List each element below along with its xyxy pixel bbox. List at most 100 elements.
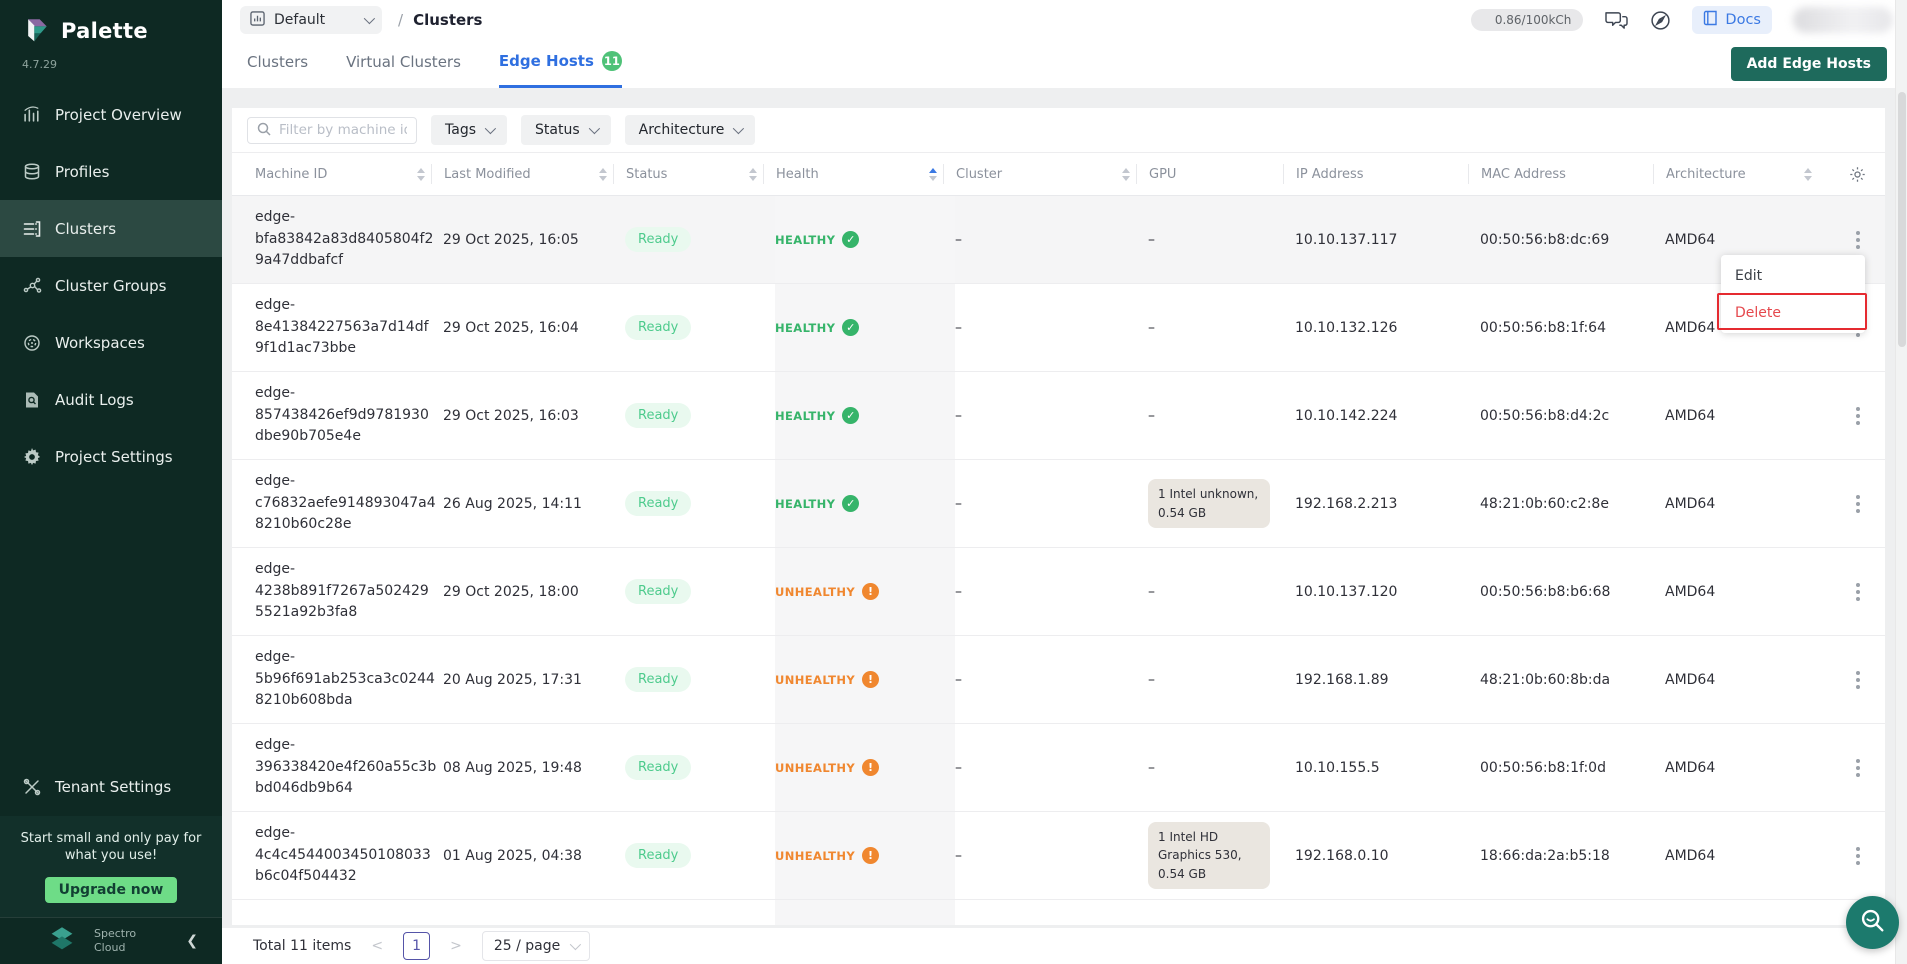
table-row[interactable]: edge-bfa83842a83d8405804f29a47ddbafcf29 …	[232, 196, 1885, 284]
row-actions-kebab-icon[interactable]	[1852, 579, 1864, 605]
sidebar-item-tenant-settings[interactable]: Tenant Settings	[0, 759, 222, 816]
ip-address-value: 10.10.137.120	[1295, 584, 1397, 600]
column-header-cluster[interactable]: Cluster	[943, 164, 1148, 184]
column-header-architecture[interactable]: Architecture	[1653, 164, 1830, 184]
last-modified-value: 29 Oct 2025, 18:00	[443, 584, 579, 600]
page-number-button[interactable]: 1	[403, 932, 430, 960]
table-row[interactable]: edge-396338420e4f260a55c3bbd046db9b6408 …	[232, 724, 1885, 812]
sidebar-item-clusters[interactable]: Clusters	[0, 200, 222, 257]
column-header-status[interactable]: Status	[613, 164, 775, 184]
tab-clusters[interactable]: Clusters	[247, 53, 308, 88]
cluster-value: –	[955, 760, 962, 776]
machine-id-link[interactable]: edge-857438426ef9d9781930dbe90b705e4e	[255, 383, 437, 448]
breadcrumb-separator: /	[398, 11, 403, 29]
table-row[interactable]: edge-857438426ef9d9781930dbe90b705e4e29 …	[232, 372, 1885, 460]
row-actions-kebab-icon[interactable]	[1852, 403, 1864, 429]
page-scrollbar[interactable]	[1895, 0, 1907, 964]
sidebar-item-project-overview[interactable]: Project Overview	[0, 86, 222, 143]
menu-item-edit[interactable]: Edit	[1721, 257, 1865, 294]
add-edge-hosts-button[interactable]: Add Edge Hosts	[1731, 47, 1887, 81]
architecture-value: AMD64	[1665, 848, 1715, 864]
machine-id-filter-input[interactable]	[279, 122, 407, 138]
scrollbar-thumb[interactable]	[1898, 92, 1906, 347]
sort-icon[interactable]	[1804, 168, 1812, 181]
ip-address-value: 192.168.1.89	[1295, 672, 1389, 688]
cluster-value: –	[955, 848, 962, 864]
upgrade-now-button[interactable]: Upgrade now	[45, 877, 178, 903]
chevron-down-icon	[588, 123, 599, 134]
architecture-value: AMD64	[1665, 584, 1715, 600]
tools-icon	[22, 778, 42, 796]
column-header-ip-address: IP Address	[1283, 164, 1480, 184]
sort-icon[interactable]	[417, 168, 425, 181]
table-row[interactable]: edge-c76832aefe914893047a48210b60c28e26 …	[232, 460, 1885, 548]
page-size-select[interactable]: 25 / page	[482, 931, 590, 961]
machine-id-link[interactable]: edge-4c4c4544003450108033b6c04f504432	[255, 823, 437, 888]
machine-id-link[interactable]: edge-4238b891f7267a5024295521a92b3fa8	[255, 559, 437, 624]
docs-button[interactable]: Docs	[1692, 6, 1772, 34]
row-actions-kebab-icon[interactable]	[1852, 227, 1864, 253]
next-page-chevron-icon[interactable]: >	[448, 938, 464, 954]
health-badge: HEALTHY✓	[775, 231, 859, 248]
chat-icon[interactable]	[1604, 10, 1629, 31]
help-widget-button[interactable]	[1846, 896, 1899, 949]
architecture-value: AMD64	[1665, 232, 1715, 248]
sort-icon[interactable]	[599, 168, 607, 181]
row-actions-kebab-icon[interactable]	[1852, 491, 1864, 517]
sidebar-item-audit-logs[interactable]: Audit Logs	[0, 371, 222, 428]
mac-address-value: 00:50:56:b8:dc:69	[1480, 232, 1609, 248]
audit-icon	[22, 391, 42, 409]
column-header-health[interactable]: Health	[763, 164, 955, 184]
machine-id-link[interactable]: edge-bfa83842a83d8405804f29a47ddbafcf	[255, 207, 437, 272]
row-context-menu: Edit Delete	[1721, 255, 1865, 333]
filter-tags-dropdown[interactable]: Tags	[431, 115, 507, 145]
column-settings-gear-icon[interactable]	[1830, 164, 1885, 184]
ip-address-value: 192.168.2.213	[1295, 496, 1397, 512]
table-row[interactable]: edge-4238b891f7267a5024295521a92b3fa8 29 …	[232, 548, 1885, 636]
project-selector[interactable]: Default	[240, 6, 382, 34]
column-header-machine-id[interactable]: Machine ID	[255, 164, 443, 184]
previous-page-chevron-icon[interactable]: <	[369, 938, 385, 954]
table-row[interactable]: edge-8e41384227563a7d14df9f1d1ac73bbe29 …	[232, 284, 1885, 372]
warning-circle-icon: !	[862, 671, 879, 688]
architecture-value: AMD64	[1665, 672, 1715, 688]
tab-edge-hosts[interactable]: Edge Hosts11	[499, 51, 622, 88]
book-icon	[1703, 10, 1718, 30]
sidebar-item-profiles[interactable]: Profiles	[0, 143, 222, 200]
compass-icon[interactable]	[1650, 10, 1671, 31]
table-body: edge-bfa83842a83d8405804f29a47ddbafcf 29 …	[232, 196, 1885, 900]
machine-id-link[interactable]: edge-8e41384227563a7d14df9f1d1ac73bbe	[255, 295, 437, 360]
column-header-last-modified[interactable]: Last Modified	[431, 164, 625, 184]
table-row[interactable]: edge-5b96f691ab253ca3c02448210b608bda20 …	[232, 636, 1885, 724]
cluster-value: –	[955, 496, 962, 512]
filter-architecture-dropdown[interactable]: Architecture	[625, 115, 756, 145]
mac-address-value: 18:66:da:2a:b5:18	[1480, 848, 1610, 864]
content-area: Tags Status Architecture Machine IDLast Mo…	[222, 88, 1907, 964]
layers-icon	[22, 163, 42, 180]
sort-icon[interactable]	[749, 168, 757, 181]
status-badge: Ready	[625, 227, 691, 252]
tab-virtual-clusters[interactable]: Virtual Clusters	[346, 53, 461, 88]
sidebar-item-cluster-groups[interactable]: Cluster Groups	[0, 257, 222, 314]
ip-address-value: 10.10.142.224	[1295, 408, 1397, 424]
sort-icon[interactable]	[1122, 168, 1130, 181]
filter-status-dropdown[interactable]: Status	[521, 115, 611, 145]
menu-item-delete[interactable]: Delete	[1721, 294, 1865, 331]
row-actions-kebab-icon[interactable]	[1852, 843, 1864, 869]
machine-id-link[interactable]: edge-396338420e4f260a55c3bbd046db9b64	[255, 735, 437, 800]
machine-id-link[interactable]: edge-5b96f691ab253ca3c02448210b608bda	[255, 647, 437, 712]
sidebar-item-workspaces[interactable]: Workspaces	[0, 314, 222, 371]
user-menu-blurred[interactable]	[1793, 7, 1893, 33]
row-actions-kebab-icon[interactable]	[1852, 667, 1864, 693]
bar-chart-icon	[250, 11, 265, 30]
sort-icon[interactable]	[929, 168, 937, 181]
sidebar-item-project-settings[interactable]: Project Settings	[0, 428, 222, 485]
table-row[interactable]: edge-4c4c4544003450108033b6c04f50443201 …	[232, 812, 1885, 900]
search-box[interactable]	[247, 117, 417, 144]
gpu-value: –	[1148, 672, 1155, 688]
row-actions-kebab-icon[interactable]	[1852, 755, 1864, 781]
chevron-down-icon	[485, 123, 496, 134]
status-badge: Ready	[625, 579, 691, 604]
machine-id-link[interactable]: edge-c76832aefe914893047a48210b60c28e	[255, 471, 437, 536]
collapse-sidebar-chevron-icon[interactable]: ❮	[186, 933, 198, 949]
